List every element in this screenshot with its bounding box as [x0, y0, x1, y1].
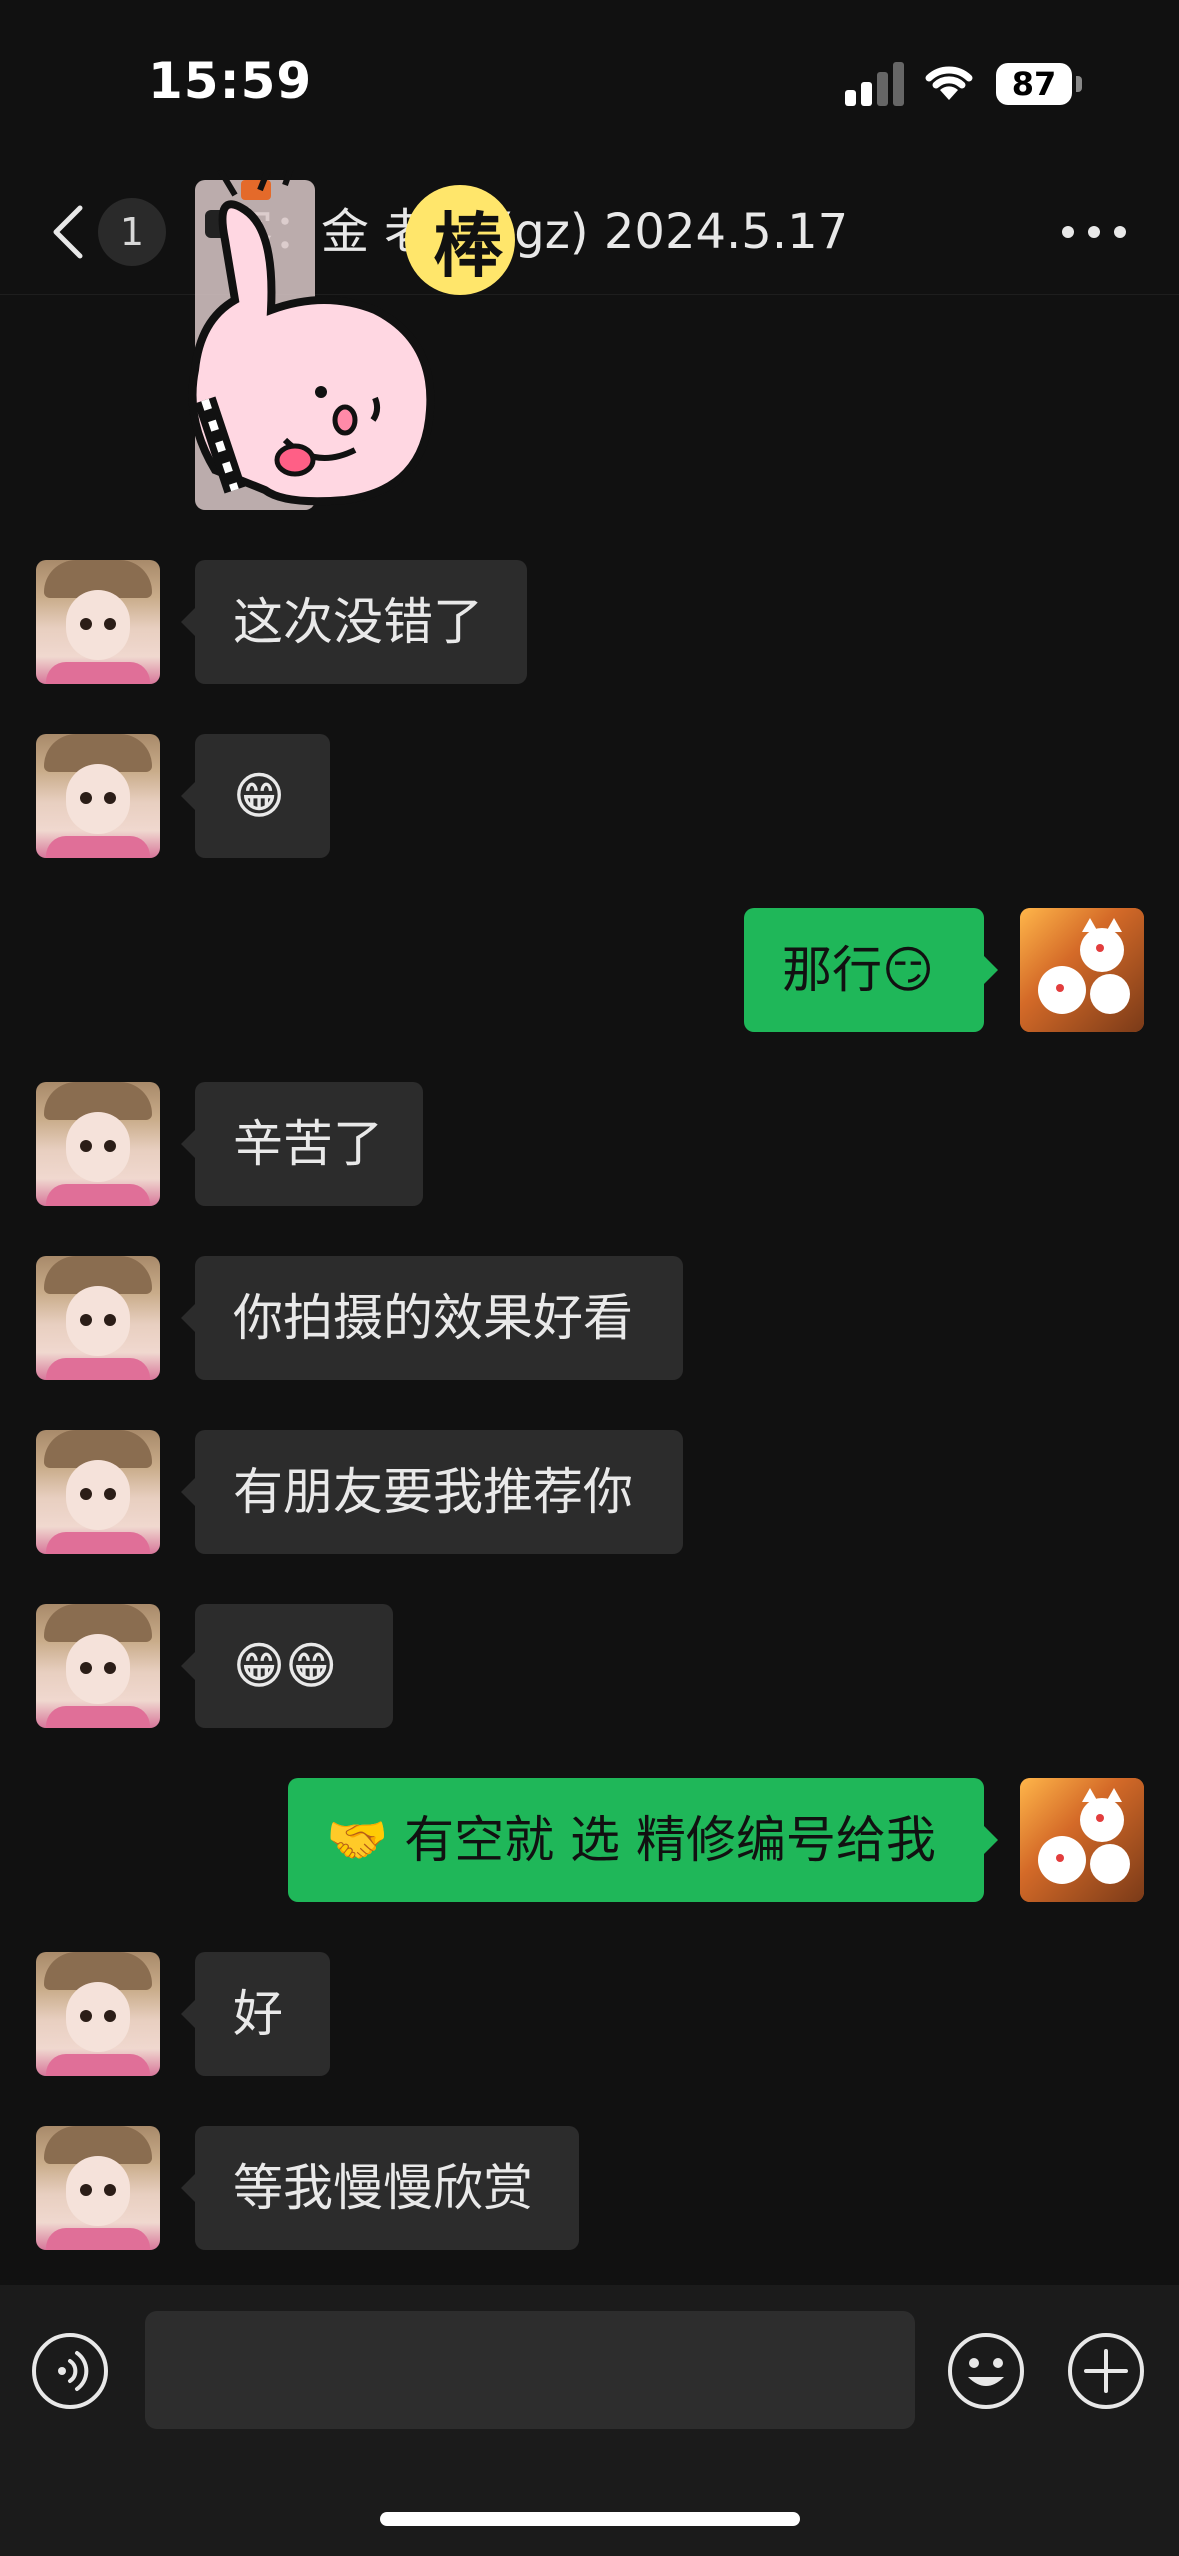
message-bubble[interactable]: 等我慢慢欣赏 [181, 2126, 579, 2250]
battery-level: 87 [1011, 65, 1057, 103]
contact-avatar[interactable] [36, 560, 160, 684]
message-bubble[interactable]: 😁😁 [181, 1604, 393, 1728]
signal-icon [845, 62, 907, 106]
home-indicator[interactable] [380, 2512, 800, 2526]
plus-icon[interactable] [1066, 2331, 1146, 2411]
message-row: 有朋友要我推荐你 [0, 1430, 1179, 1554]
contact-avatar[interactable] [36, 1256, 160, 1380]
contact-avatar[interactable] [36, 1082, 160, 1206]
message-row: 😁😁 [0, 1604, 1179, 1728]
thumbs-up-sticker[interactable]: 棒 [175, 170, 535, 540]
my-avatar[interactable] [1020, 908, 1144, 1032]
contact-avatar[interactable] [36, 2126, 160, 2250]
sticker-text: 棒 [433, 205, 504, 287]
wifi-icon [925, 66, 973, 100]
message-row: 你拍摄的效果好看 [0, 1256, 1179, 1380]
message-bubble[interactable]: 这次没错了 [181, 560, 527, 684]
message-row: 😁 [0, 734, 1179, 858]
message-row: 这次没错了 [0, 560, 1179, 684]
status-time: 15:59 [148, 52, 313, 110]
more-dots-icon[interactable] [1062, 222, 1126, 242]
contact-avatar[interactable] [36, 1952, 160, 2076]
message-row: 那行😏 [0, 908, 1179, 1032]
emoji-icon[interactable] [946, 2331, 1026, 2411]
message-row: 等我慢慢欣赏 [0, 2126, 1179, 2250]
chevron-left-icon[interactable] [46, 200, 90, 264]
message-row: 好 [0, 1952, 1179, 2076]
message-bubble[interactable]: 你拍摄的效果好看 [181, 1256, 683, 1380]
message-row: 🤝 有空就 选 精修编号给我 [0, 1778, 1179, 1902]
message-input[interactable] [145, 2311, 915, 2429]
contact-avatar[interactable] [36, 1430, 160, 1554]
contact-avatar[interactable] [36, 1604, 160, 1728]
my-avatar[interactable] [1020, 1778, 1144, 1902]
message-bubble[interactable]: 有朋友要我推荐你 [181, 1430, 683, 1554]
message-bubble[interactable]: 好 [181, 1952, 330, 2076]
message-bubble[interactable]: 🤝 有空就 选 精修编号给我 [288, 1778, 998, 1902]
message-bubble[interactable]: 那行😏 [744, 908, 998, 1032]
unread-count-badge[interactable]: 1 [98, 198, 166, 266]
contact-avatar[interactable] [36, 734, 160, 858]
status-bar: 15:59 87 [0, 0, 1179, 170]
message-row: 辛苦了 [0, 1082, 1179, 1206]
message-bubble[interactable]: 😁 [181, 734, 330, 858]
voice-icon[interactable] [30, 2331, 110, 2411]
message-bubble[interactable]: 辛苦了 [181, 1082, 423, 1206]
battery-icon: 87 [996, 63, 1072, 105]
battery-tip [1076, 76, 1082, 92]
